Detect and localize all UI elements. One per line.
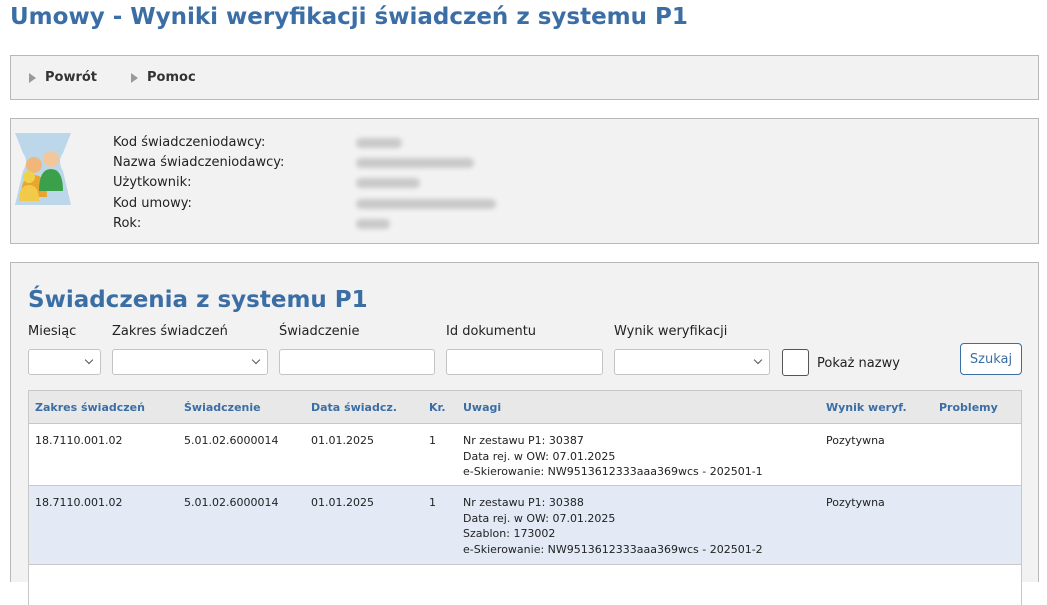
back-link-label: Powrót [45,70,98,85]
cell-kr: 1 [429,434,436,447]
column-header-kr[interactable]: Kr. [429,401,446,414]
triangle-right-icon [131,72,139,83]
table-row[interactable] [29,565,1021,605]
section-title: Świadczenia z systemu P1 [28,287,368,313]
service-input[interactable] [279,349,435,375]
page-title: Umowy - Wyniki weryfikacji świadczeń z s… [10,4,688,30]
show-names-label: Pokaż nazwy [817,356,900,371]
column-header-scope[interactable]: Zakres świadczeń [35,401,145,414]
note-line: Data rej. w OW: 07.01.2025 [463,511,616,525]
column-header-problems[interactable]: Problemy [939,401,998,414]
cell-notes: Nr zestawu P1: 30388 Data rej. w OW: 07.… [463,495,763,557]
cell-service: 5.01.02.6000014 [184,434,279,447]
service-label: Świadczenie [279,324,360,339]
cell-result: Pozytywna [826,496,885,509]
user-label: Użytkownik: [113,175,192,191]
info-labels: Kod świadczeniodawcy: Nazwa świadczeniod… [113,133,284,234]
month-label: Miesiąc [28,324,77,339]
result-select[interactable] [614,349,770,375]
cell-notes: Nr zestawu P1: 30387 Data rej. w OW: 07.… [463,433,763,480]
note-line: Szablon: 173002 [463,527,556,540]
year-label: Rok: [113,215,142,231]
provider-name-label: Nazwa świadczeniodawcy: [113,155,285,171]
table-row[interactable]: 18.7110.001.02 5.01.02.6000014 01.01.202… [29,486,1021,565]
table-header: Zakres świadczeń Świadczenie Data świadc… [29,390,1021,424]
help-link-label: Pomoc [147,70,196,85]
services-panel: Świadczenia z systemu P1 Miesiąc Zakres … [10,262,1039,605]
column-header-result[interactable]: Wynik weryf. [826,401,907,414]
note-line: Nr zestawu P1: 30387 [463,434,584,447]
contract-code-label: Kod umowy: [113,195,192,211]
cell-date: 01.01.2025 [311,496,374,509]
users-icon [15,133,71,205]
provider-code-label: Kod świadczeniodawcy: [113,135,266,150]
cell-scope: 18.7110.001.02 [35,496,123,509]
search-button[interactable]: Szukaj [960,343,1022,375]
triangle-right-icon [29,72,36,83]
column-header-date[interactable]: Data świadcz. [311,401,397,414]
result-label: Wynik weryfikacji [614,324,728,339]
cell-date: 01.01.2025 [311,434,374,447]
results-table: Zakres świadczeń Świadczenie Data świadc… [28,390,1022,605]
cell-kr: 1 [429,496,436,509]
scope-select[interactable] [112,349,268,375]
cell-result: Pozytywna [826,434,885,447]
column-header-service[interactable]: Świadczenie [184,401,261,414]
nav-bar: Powrót Pomoc [10,55,1039,100]
chevron-down-icon [753,355,763,365]
note-line: Data rej. w OW: 07.01.2025 [463,449,616,463]
show-names-checkbox[interactable] [782,349,809,376]
scope-label: Zakres świadczeń [112,324,228,339]
cell-service: 5.01.02.6000014 [184,496,279,509]
column-header-notes[interactable]: Uwagi [463,401,501,414]
chevron-down-icon [84,355,94,365]
help-link[interactable]: Pomoc [131,70,196,85]
cell-scope: 18.7110.001.02 [35,434,123,447]
note-line: Nr zestawu P1: 30388 [463,496,584,509]
back-link[interactable]: Powrót [29,70,97,85]
chevron-down-icon [251,355,261,365]
note-line: e-Skierowanie: NW9513612333aaa369wcs - 2… [463,542,763,556]
note-line: e-Skierowanie: NW9513612333aaa369wcs - 2… [463,465,763,478]
document-id-input[interactable] [446,349,603,375]
month-select[interactable] [28,349,101,375]
table-row[interactable]: 18.7110.001.02 5.01.02.6000014 01.01.202… [29,424,1021,486]
document-id-label: Id dokumentu [446,324,537,339]
provider-info-panel: Kod świadczeniodawcy: Nazwa świadczeniod… [10,118,1039,244]
